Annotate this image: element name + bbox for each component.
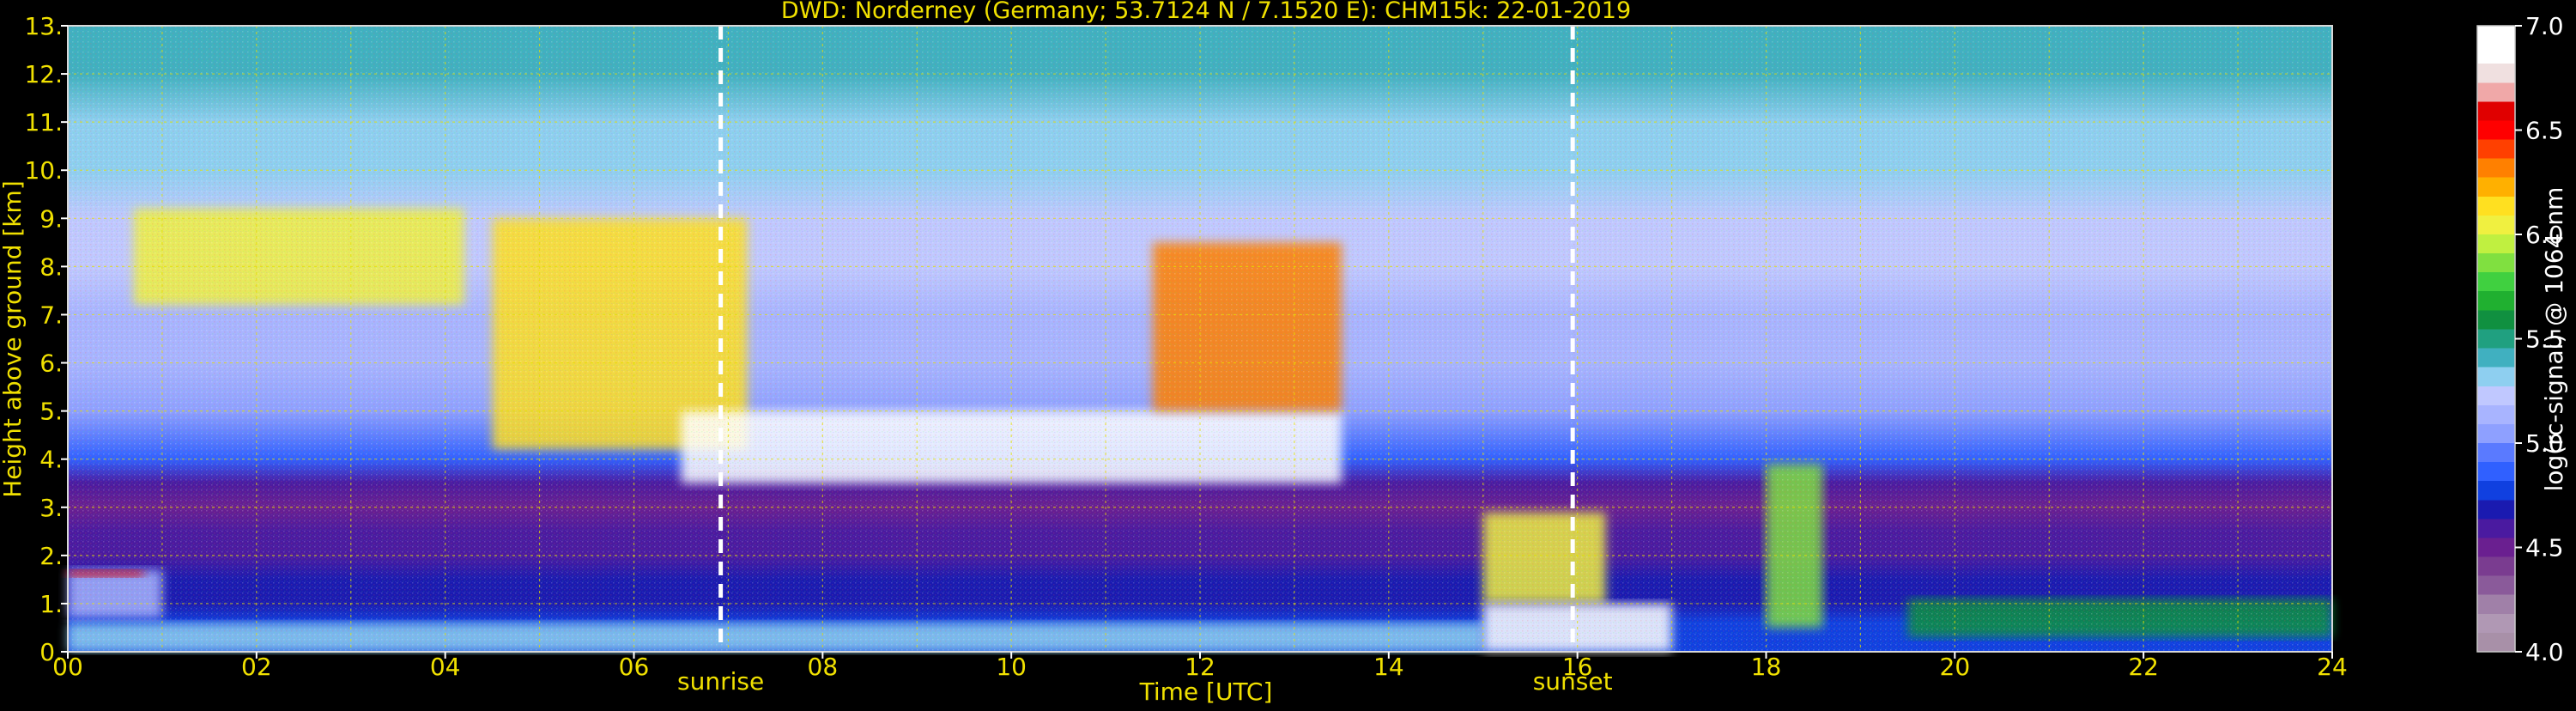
x-tick-label: 14 xyxy=(1373,653,1404,681)
y-tick-label: 13. xyxy=(24,12,63,40)
sunset-label: sunset xyxy=(1533,667,1613,696)
x-tick-label: 04 xyxy=(430,653,461,681)
y-tick-label: 8. xyxy=(39,252,63,281)
sunrise-label: sunrise xyxy=(677,667,764,696)
ceilometer-chart: 00 02 04 06 08 10 12 14 16 18 20 22 24 0.1.2.3.4.5.6… xyxy=(0,0,2568,706)
x-axis-ticks: 00 02 04 06 08 10 12 14 16 18 20 22 24 xyxy=(52,652,2348,681)
colorbar-label: log(rc-signal) @ 1064 nm xyxy=(2540,187,2568,492)
y-tick-label: 3. xyxy=(39,494,63,522)
y-tick-label: 7. xyxy=(39,301,63,329)
chart-title: DWD: Norderney (Germany; 53.7124 N / 7.1… xyxy=(781,0,1631,24)
lidar-quicklook: 00 02 04 06 08 10 12 14 16 18 20 22 24 0. 1. 2. 3. 4. 5. 6… xyxy=(0,0,2576,708)
x-tick-label: 02 xyxy=(241,653,272,681)
colorbar-scale xyxy=(2476,25,2516,653)
x-tick-label: 24 xyxy=(2317,653,2348,681)
colorbar: 4.04.55.05.56.06.57.0 log(rc-signal) @ 1… xyxy=(2476,12,2568,666)
y-tick-label: 2. xyxy=(39,542,63,570)
x-tick-label: 20 xyxy=(1940,653,1971,681)
y-tick-label: 6. xyxy=(39,349,63,378)
x-tick-label: 22 xyxy=(2128,653,2159,681)
x-tick-label: 08 xyxy=(808,653,839,681)
y-tick-label: 5. xyxy=(39,398,63,426)
plot-area xyxy=(67,25,2333,653)
y-tick-label: 0. xyxy=(39,638,63,666)
y-axis-label: Height above ground [km] xyxy=(0,180,27,498)
y-tick-label: 10. xyxy=(24,156,63,185)
colorbar-tick-label: 4.0 xyxy=(2525,638,2564,666)
y-axis-ticks: 0. 1. 2. 3. 4. 5. 6. 7. 8. 9. 10. 11. 12. 13. xyxy=(24,12,68,666)
y-tick-label: 12. xyxy=(24,60,63,88)
colorbar-tick-label: 4.5 xyxy=(2525,534,2564,562)
y-tick-label: 4. xyxy=(39,446,63,474)
x-tick-label: 18 xyxy=(1751,653,1782,681)
colorbar-tick-label: 6.5 xyxy=(2525,117,2564,145)
y-tick-label: 9. xyxy=(39,204,63,233)
x-axis-label: Time [UTC] xyxy=(1139,678,1273,706)
x-tick-label: 06 xyxy=(619,653,650,681)
y-tick-label: 11. xyxy=(24,108,63,137)
y-tick-label: 1. xyxy=(39,590,63,618)
colorbar-tick-label: 7.0 xyxy=(2525,12,2564,40)
x-tick-label: 10 xyxy=(996,653,1027,681)
